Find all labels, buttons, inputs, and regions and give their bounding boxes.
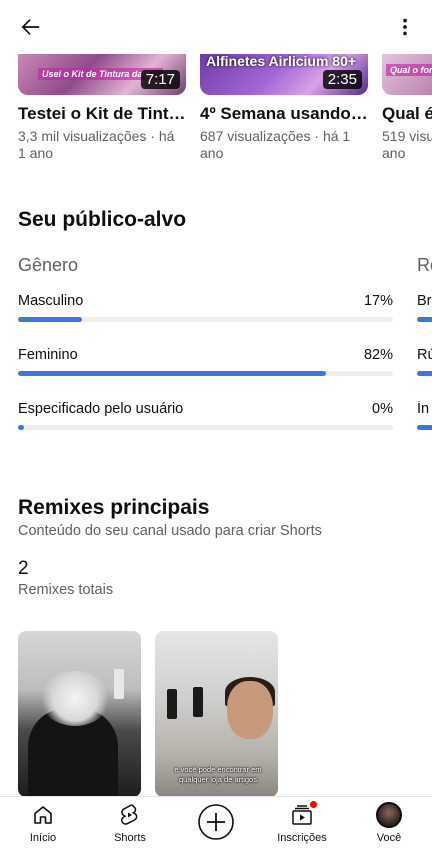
person-face-shape (227, 681, 273, 739)
gender-row-unspecified: Especificado pelo usuário 0% (18, 401, 393, 430)
nav-subscriptions[interactable]: Inscrições (266, 800, 338, 844)
shorts-icon (116, 801, 144, 829)
progress-fill (18, 425, 24, 430)
region-row: Br (417, 293, 432, 333)
avatar (375, 801, 403, 829)
back-arrow-icon (21, 19, 40, 35)
nav-label: Shorts (114, 832, 146, 844)
gender-heading: Gênero (18, 255, 79, 275)
video-card[interactable]: Usei o Kit de Tintura da K... 7:17 Teste… (18, 54, 186, 162)
progress-track (18, 317, 393, 322)
video-meta: 687 visualizações · há 1 ano (200, 128, 351, 161)
nav-you[interactable]: Você (353, 801, 425, 844)
video-title[interactable]: Qual é (382, 104, 432, 124)
home-icon (29, 801, 57, 829)
nav-label: Início (29, 832, 57, 844)
gender-label: Masculino (18, 293, 84, 309)
progress-track (18, 425, 393, 430)
video-thumbnail[interactable]: Alfinetes Airlicium 80+ 2:35 (200, 54, 368, 95)
video-thumbnail[interactable]: Qual o formato (382, 54, 432, 95)
gender-label: Especificado pelo usuário (18, 401, 184, 417)
foam-shape (40, 671, 110, 726)
back-button[interactable] (16, 12, 46, 42)
region-row: Rú (417, 347, 432, 387)
gender-label: Feminino (18, 347, 78, 363)
video-thumbnail[interactable]: Usei o Kit de Tintura da K... 7:17 (18, 54, 186, 95)
bottle-shape (193, 687, 203, 717)
remix-short-thumbnail[interactable]: e você pode encontrar em qualquer loja d… (155, 631, 278, 797)
audience-title: Seu público-alvo (18, 208, 187, 231)
region-label: Rú (417, 347, 432, 363)
gender-percent: 82% (363, 347, 393, 363)
video-card[interactable]: Alfinetes Airlicium 80+ 2:35 4º Semana u… (200, 54, 368, 162)
nav-shorts[interactable]: Shorts (94, 801, 166, 844)
profile-avatar (376, 802, 402, 828)
video-duration: 2:35 (322, 70, 362, 89)
thumbnail-text: Qual o formato (386, 64, 432, 76)
short-caption: e você pode encontrar em qualquer loja d… (174, 765, 262, 784)
remix-short-thumbnail[interactable] (18, 631, 141, 797)
region-bar (417, 425, 432, 430)
bottle-shape (167, 689, 177, 719)
progress-fill (18, 317, 82, 322)
progress-track (18, 371, 393, 376)
region-bar (417, 371, 432, 376)
video-title[interactable]: 4º Semana usando o Airlicium (200, 104, 368, 124)
progress-fill (18, 371, 326, 376)
video-meta: 519 visualizações · há 1 ano (382, 128, 432, 161)
gender-row-female: Feminino 82% (18, 347, 393, 376)
thumbnail-text: Alfinetes Airlicium 80+ (206, 54, 357, 69)
gender-percent: 0% (372, 401, 393, 417)
nav-label: Inscrições (277, 832, 327, 844)
nav-home[interactable]: Início (7, 801, 79, 844)
gender-row-male: Masculino 17% (18, 293, 393, 322)
more-vert-icon (403, 18, 407, 36)
region-bar (417, 317, 432, 322)
video-duration: 7:17 (140, 70, 180, 89)
subscriptions-icon (288, 800, 318, 829)
region-label: Ín (417, 401, 430, 417)
video-title[interactable]: Testei o Kit de Tintura da K (18, 104, 186, 124)
region-row: Ín (417, 401, 432, 441)
create-icon (197, 803, 235, 841)
remixes-description: Conteúdo do seu canal usado para criar S… (18, 523, 322, 539)
nav-label: Você (376, 832, 402, 844)
video-meta: 3,3 mil visualizações · há 1 ano (18, 128, 175, 161)
remixes-title: Remixes principais (18, 496, 210, 519)
gender-percent: 17% (363, 293, 393, 309)
region-label: Br (417, 293, 432, 309)
top-videos-carousel: Usei o Kit de Tintura da K... 7:17 Teste… (18, 54, 432, 174)
bottle-shape (114, 669, 124, 699)
bottom-navigation: Início Shorts Inscrições Você (0, 796, 432, 850)
remixes-count-label: Remixes totais (18, 582, 114, 598)
nav-create-button[interactable] (180, 803, 252, 841)
more-options-button[interactable] (390, 12, 420, 42)
region-heading: Re (417, 255, 432, 275)
video-card[interactable]: Qual o formato Qual é 519 visualizações … (382, 54, 432, 162)
notification-dot (309, 800, 318, 809)
remixes-count: 2 (18, 558, 29, 579)
top-bar (0, 0, 432, 54)
